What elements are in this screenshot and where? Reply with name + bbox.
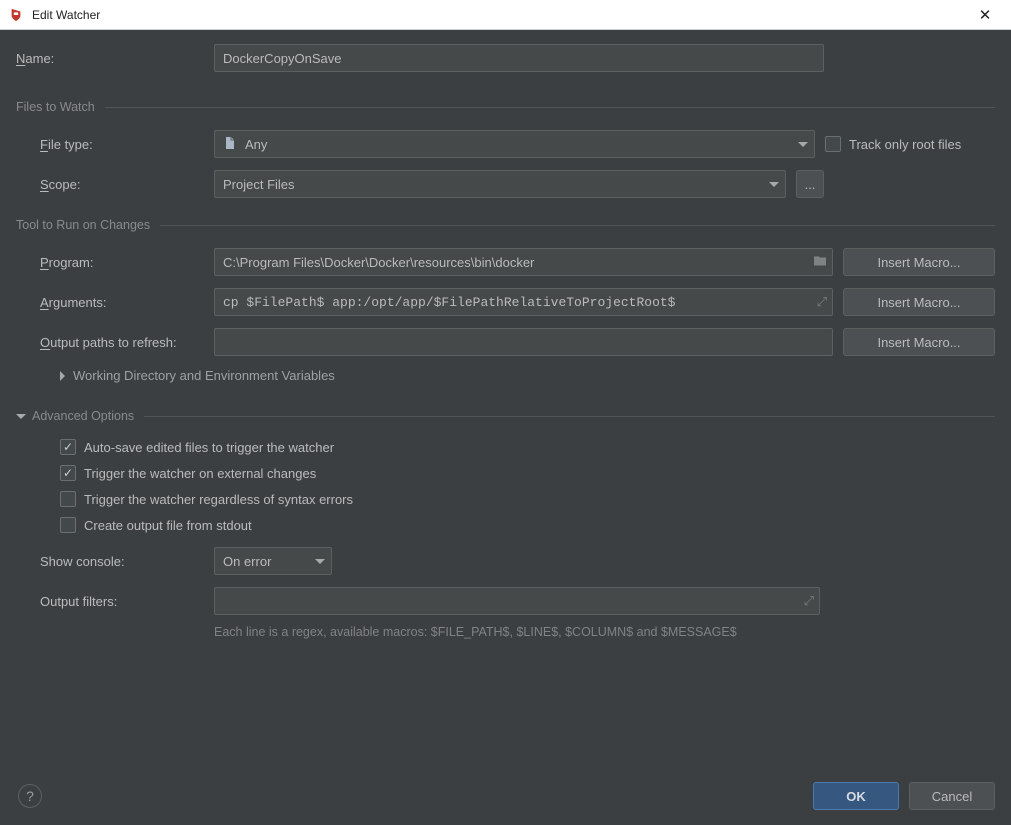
external-changes-row[interactable]: Trigger the watcher on external changes (16, 465, 995, 481)
footer: ? OK Cancel (0, 777, 1011, 825)
name-input[interactable] (214, 44, 824, 72)
show-console-label: Show console: (16, 554, 214, 569)
show-console-row: Show console: On error (16, 547, 995, 575)
program-input[interactable] (214, 248, 833, 276)
stdout-row[interactable]: Create output file from stdout (16, 517, 995, 533)
expand-icon[interactable]: ⤢ (817, 294, 827, 310)
program-label: Program: (16, 255, 214, 270)
file-icon (223, 136, 237, 153)
file-type-row: File type: Any Track only root files (16, 130, 995, 158)
close-icon[interactable]: ✕ (965, 6, 1005, 24)
output-paths-row: Output paths to refresh: Insert Macro... (16, 328, 995, 356)
syntax-errors-checkbox[interactable] (60, 491, 76, 507)
app-icon (8, 7, 24, 23)
name-row: Name: (16, 44, 995, 72)
file-type-label: File type: (16, 137, 214, 152)
insert-macro-output-button[interactable]: Insert Macro... (843, 328, 995, 356)
working-env-toggle[interactable]: Working Directory and Environment Variab… (16, 368, 995, 383)
arguments-label: Arguments: (16, 295, 214, 310)
section-advanced[interactable]: Advanced Options (16, 409, 995, 423)
auto-save-row[interactable]: Auto-save edited files to trigger the wa… (16, 439, 995, 455)
chevron-right-icon (60, 371, 65, 381)
file-type-value: Any (245, 137, 267, 152)
syntax-errors-label: Trigger the watcher regardless of syntax… (84, 492, 353, 507)
insert-macro-arguments-button[interactable]: Insert Macro... (843, 288, 995, 316)
help-button[interactable]: ? (18, 784, 42, 808)
chevron-down-icon (16, 414, 26, 419)
section-tool-to-run: Tool to Run on Changes (16, 218, 995, 232)
auto-save-label: Auto-save edited files to trigger the wa… (84, 440, 334, 455)
program-row: Program: Insert Macro... (16, 248, 995, 276)
section-files-to-watch: Files to Watch (16, 100, 995, 114)
external-changes-label: Trigger the watcher on external changes (84, 466, 316, 481)
window-title: Edit Watcher (32, 8, 100, 22)
track-root-checkbox[interactable] (825, 136, 841, 152)
scope-browse-button[interactable]: ... (796, 170, 824, 198)
working-env-label: Working Directory and Environment Variab… (73, 368, 335, 383)
scope-label: Scope: (16, 177, 214, 192)
output-filters-label: Output filters: (16, 594, 214, 609)
track-root-label: Track only root files (849, 137, 961, 152)
chevron-down-icon (769, 182, 779, 187)
ok-button[interactable]: OK (813, 782, 899, 810)
scope-row: Scope: Project Files ... (16, 170, 995, 198)
output-filters-input[interactable] (214, 587, 820, 615)
cancel-button[interactable]: Cancel (909, 782, 995, 810)
chevron-down-icon (798, 142, 808, 147)
scope-select[interactable]: Project Files (214, 170, 786, 198)
output-paths-label: Output paths to refresh: (16, 335, 214, 350)
arguments-input[interactable] (214, 288, 833, 316)
stdout-label: Create output file from stdout (84, 518, 252, 533)
output-paths-input[interactable] (214, 328, 833, 356)
expand-icon[interactable]: ⤢ (804, 593, 814, 609)
stdout-checkbox[interactable] (60, 517, 76, 533)
file-type-select[interactable]: Any (214, 130, 815, 158)
auto-save-checkbox[interactable] (60, 439, 76, 455)
output-filters-hint: Each line is a regex, available macros: … (214, 625, 737, 639)
output-filters-row: Output filters: ⤢ (16, 587, 995, 615)
show-console-value: On error (223, 554, 271, 569)
arguments-row: Arguments: ⤢ Insert Macro... (16, 288, 995, 316)
folder-icon[interactable] (813, 255, 827, 270)
syntax-errors-row[interactable]: Trigger the watcher regardless of syntax… (16, 491, 995, 507)
scope-value: Project Files (223, 177, 295, 192)
titlebar: Edit Watcher ✕ (0, 0, 1011, 30)
chevron-down-icon (315, 559, 325, 564)
external-changes-checkbox[interactable] (60, 465, 76, 481)
show-console-select[interactable]: On error (214, 547, 332, 575)
name-label: Name: (16, 51, 214, 66)
insert-macro-program-button[interactable]: Insert Macro... (843, 248, 995, 276)
